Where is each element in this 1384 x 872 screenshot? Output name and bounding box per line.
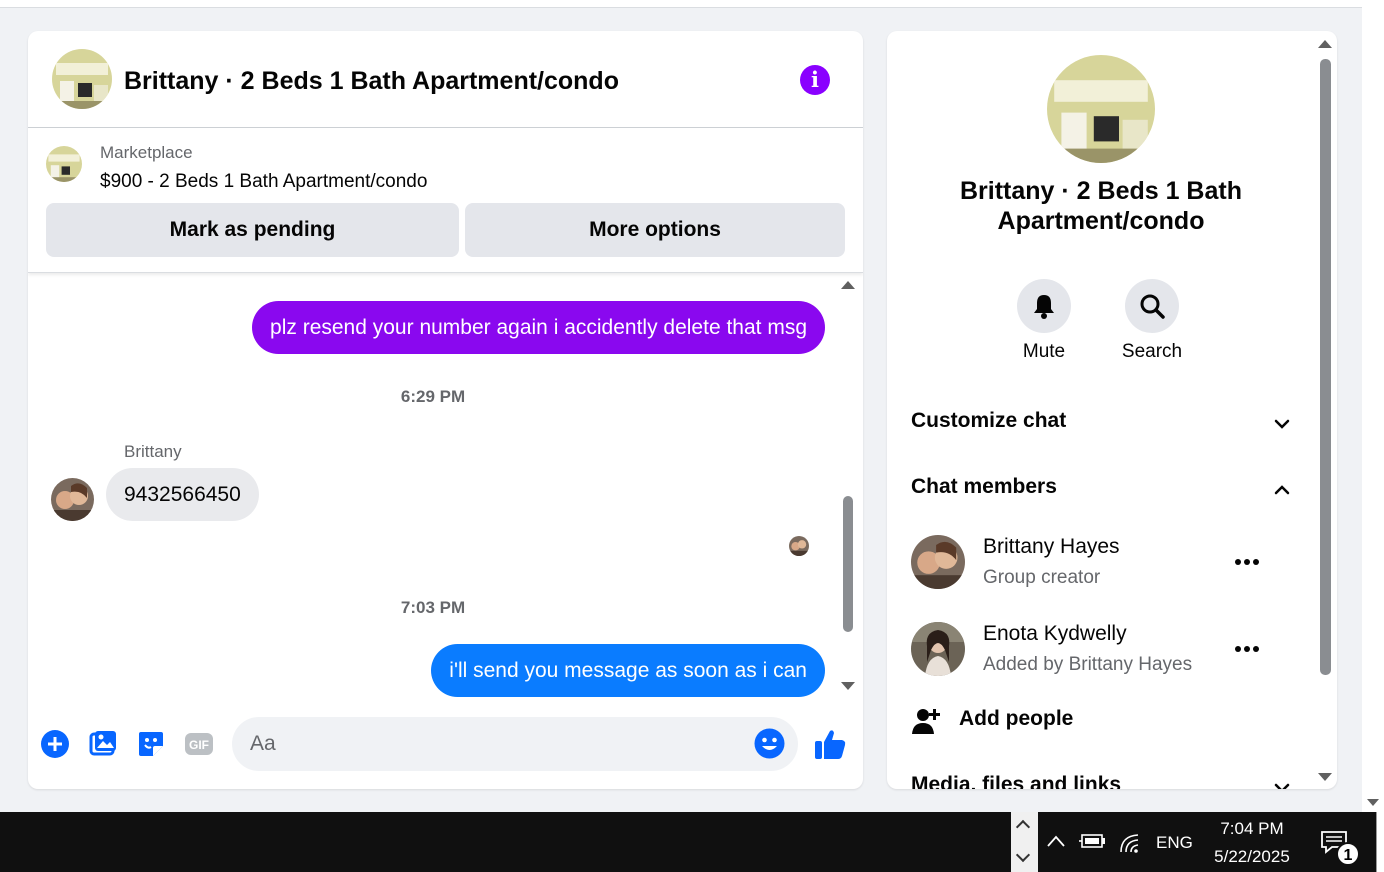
add-people-button[interactable]: Add people bbox=[911, 703, 1291, 739]
message-list: plz resend your number again i accidentl… bbox=[28, 274, 863, 704]
chevron-down-icon[interactable] bbox=[1015, 847, 1031, 863]
clock-time[interactable]: 7:04 PM bbox=[1190, 819, 1314, 839]
media-files-label: Media, files and links bbox=[911, 773, 1122, 789]
group-avatar[interactable] bbox=[52, 49, 112, 109]
svg-text:GIF: GIF bbox=[189, 738, 209, 752]
more-options-icon[interactable] bbox=[1233, 636, 1265, 660]
info-scrollbar[interactable] bbox=[1315, 31, 1335, 789]
timestamp: 7:03 PM bbox=[400, 598, 466, 617]
more-options-icon[interactable] bbox=[1233, 549, 1265, 573]
sender-avatar[interactable] bbox=[51, 478, 94, 521]
language-indicator[interactable]: ENG bbox=[1156, 833, 1193, 853]
search-icon bbox=[1140, 294, 1165, 319]
marketplace-banner: Marketplace $900 - 2 Beds 1 Bath Apartme… bbox=[28, 128, 863, 273]
timestamp: 6:29 PM bbox=[400, 387, 466, 406]
message-composer: GIF bbox=[28, 717, 863, 773]
show-desktop-button[interactable] bbox=[1376, 812, 1384, 872]
member-avatar[interactable] bbox=[911, 622, 965, 676]
notifications-button[interactable]: 1 bbox=[1320, 828, 1360, 868]
member-name: Brittany Hayes bbox=[983, 535, 1120, 558]
seen-indicator-avatar bbox=[789, 536, 809, 556]
member-item[interactable]: Enota Kydwelly Added by Brittany Hayes bbox=[911, 622, 1291, 682]
chevron-up-icon[interactable] bbox=[1015, 819, 1031, 835]
mute-button[interactable] bbox=[1017, 279, 1071, 333]
member-role: Added by Brittany Hayes bbox=[983, 654, 1193, 675]
scroll-down-icon[interactable] bbox=[1318, 773, 1332, 781]
search-button[interactable] bbox=[1125, 279, 1179, 333]
bell-icon bbox=[1034, 295, 1054, 319]
scroll-up-icon[interactable] bbox=[841, 281, 855, 289]
listing-thumbnail[interactable] bbox=[46, 146, 82, 182]
customize-chat-label: Customize chat bbox=[911, 409, 1067, 432]
add-person-icon bbox=[912, 709, 940, 734]
message-input[interactable] bbox=[232, 717, 798, 771]
info-icon[interactable]: i bbox=[800, 65, 830, 95]
chat-panel: Brittany · 2 Beds 1 Bath Apartment/condo… bbox=[28, 31, 863, 789]
plus-icon[interactable] bbox=[40, 729, 70, 759]
outgoing-message[interactable]: i'll send you message as soon as i can bbox=[431, 644, 825, 697]
conversation-name: Brittany · 2 Beds 1 Bath Apartment/condo bbox=[959, 177, 1242, 235]
sender-name: Brittany bbox=[124, 442, 182, 461]
search-label: Search bbox=[1121, 341, 1183, 362]
scroll-up-icon[interactable] bbox=[1318, 40, 1332, 48]
message-scrollbar[interactable] bbox=[840, 274, 856, 704]
scroll-down-icon[interactable] bbox=[841, 682, 855, 690]
member-item[interactable]: Brittany Hayes Group creator bbox=[911, 535, 1291, 595]
window-top-edge bbox=[0, 0, 1362, 8]
group-avatar-large[interactable] bbox=[1047, 55, 1155, 163]
chat-title[interactable]: Brittany · 2 Beds 1 Bath Apartment/condo bbox=[124, 67, 619, 96]
media-files-section[interactable]: Media, files and links bbox=[911, 773, 1291, 789]
taskbar: ENG 7:04 PM 5/22/2025 1 bbox=[0, 812, 1384, 872]
chevron-down-icon bbox=[1274, 783, 1290, 789]
conversation-info-panel: Brittany · 2 Beds 1 Bath Apartment/condo… bbox=[887, 31, 1337, 789]
chevron-down-icon bbox=[1274, 419, 1290, 429]
photo-icon[interactable] bbox=[88, 729, 118, 759]
thumbs-up-icon[interactable] bbox=[813, 727, 847, 761]
customize-chat-section[interactable]: Customize chat bbox=[911, 409, 1291, 439]
scrollbar-thumb[interactable] bbox=[843, 496, 853, 632]
wifi-icon[interactable] bbox=[1118, 832, 1142, 854]
chat-members-label: Chat members bbox=[911, 475, 1057, 498]
chevron-up-icon bbox=[1274, 485, 1290, 495]
scroll-down-icon[interactable] bbox=[1367, 799, 1379, 806]
listing-title[interactable]: $900 - 2 Beds 1 Bath Apartment/condo bbox=[100, 171, 427, 193]
show-hidden-icons-icon[interactable] bbox=[1046, 834, 1066, 848]
member-role: Group creator bbox=[983, 567, 1101, 588]
emoji-icon[interactable] bbox=[754, 728, 785, 759]
member-name: Enota Kydwelly bbox=[983, 622, 1127, 645]
sticker-icon[interactable] bbox=[136, 729, 166, 759]
outgoing-message[interactable]: plz resend your number again i accidentl… bbox=[252, 301, 825, 354]
mute-label: Mute bbox=[1022, 341, 1066, 362]
mark-as-pending-button[interactable]: Mark as pending bbox=[46, 203, 459, 257]
battery-icon[interactable] bbox=[1079, 832, 1107, 850]
chat-header: Brittany · 2 Beds 1 Bath Apartment/condo… bbox=[28, 31, 863, 128]
marketplace-label: Marketplace bbox=[100, 143, 193, 162]
scrollbar-thumb[interactable] bbox=[1320, 59, 1331, 675]
chat-members-section[interactable]: Chat members bbox=[911, 475, 1291, 505]
notification-badge: 1 bbox=[1336, 842, 1360, 866]
incoming-message[interactable]: 9432566450 bbox=[106, 468, 259, 521]
member-avatar[interactable] bbox=[911, 535, 965, 589]
gif-icon[interactable]: GIF bbox=[184, 729, 214, 759]
clock-date[interactable]: 5/22/2025 bbox=[1190, 847, 1314, 867]
window-scrollbar[interactable] bbox=[1362, 0, 1384, 812]
taskbar-scroller[interactable] bbox=[1011, 812, 1038, 872]
add-people-label: Add people bbox=[959, 707, 1074, 730]
more-options-button[interactable]: More options bbox=[465, 203, 845, 257]
